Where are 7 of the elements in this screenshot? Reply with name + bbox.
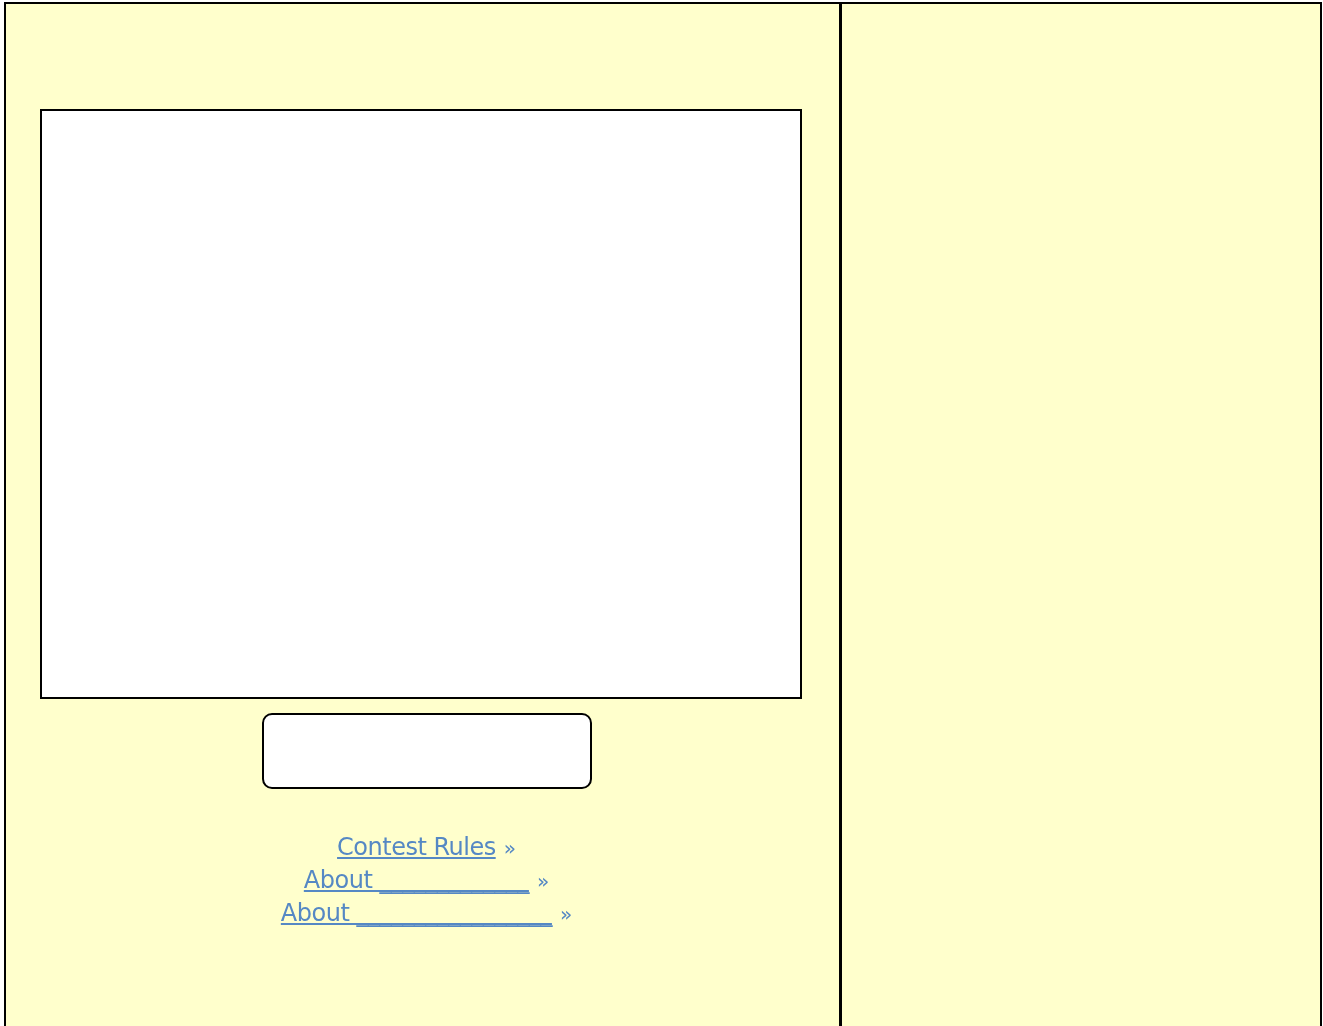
chevron-text: » (503, 835, 516, 862)
blank-button[interactable] (261, 713, 592, 789)
text-link[interactable]: About _________________ (280, 897, 552, 930)
chevron-text: » (536, 868, 550, 895)
chevron-text: » (559, 901, 573, 928)
text-link[interactable]: About _____________ (303, 864, 529, 897)
text-link[interactable]: Contest Rules (337, 831, 496, 864)
